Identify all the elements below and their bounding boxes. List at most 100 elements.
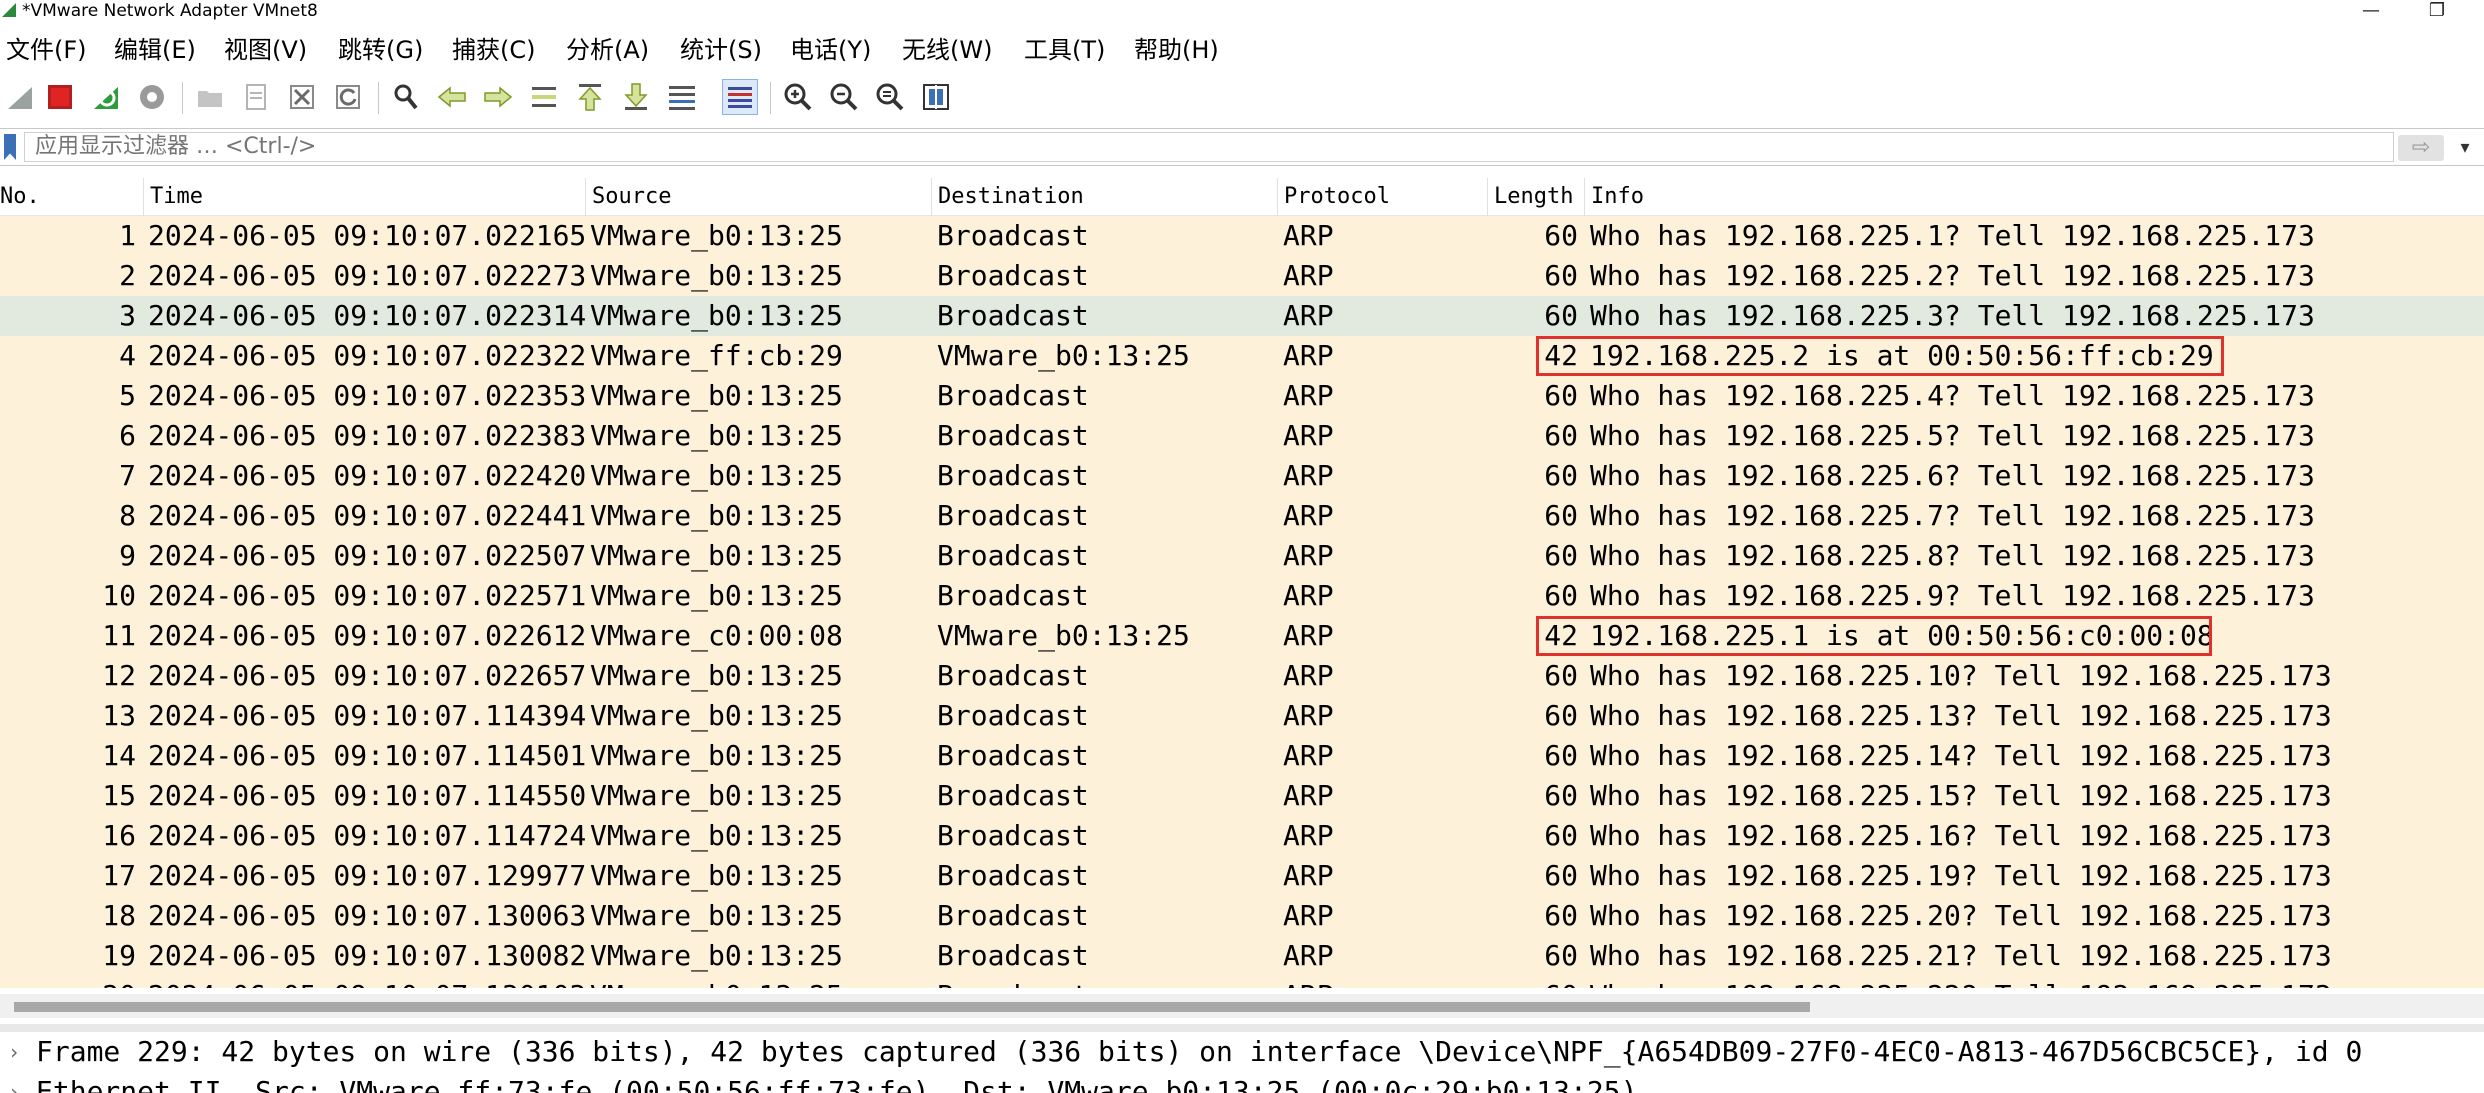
packet-row[interactable]: 1 2024-06-05 09:10:07.022165 VMware_b0:13:…	[0, 216, 2484, 256]
cell-destination: Broadcast	[937, 459, 1089, 492]
cell-time: 2024-06-05 09:10:07.022314	[148, 299, 587, 332]
reload-file-icon[interactable]	[330, 79, 366, 115]
packet-row[interactable]: 13 2024-06-05 09:10:07.114394 VMware_b0:13…	[0, 696, 2484, 736]
packet-row[interactable]: 6 2024-06-05 09:10:07.022383 VMware_b0:13:…	[0, 416, 2484, 456]
go-back-icon[interactable]	[434, 79, 470, 115]
packet-row[interactable]: 8 2024-06-05 09:10:07.022441 VMware_b0:13:…	[0, 496, 2484, 536]
menu-statistics[interactable]: 统计(S)	[680, 30, 762, 70]
column-header-source[interactable]: Source	[585, 178, 931, 216]
pane-splitter[interactable]	[0, 1024, 2484, 1032]
detail-tree-item-ethernet[interactable]: › Ethernet II, Src: VMware_ff:73:fe (00:…	[0, 1072, 2484, 1093]
menu-analyze[interactable]: 分析(A)	[566, 30, 649, 70]
cell-protocol: ARP	[1283, 419, 1334, 452]
packet-details-pane[interactable]: › Frame 229: 42 bytes on wire (336 bits)…	[0, 1032, 2484, 1093]
packet-row[interactable]: 14 2024-06-05 09:10:07.114501 VMware_b0:13…	[0, 736, 2484, 776]
display-filter-bar: ⇨ ▾	[0, 128, 2484, 166]
cell-protocol: ARP	[1283, 819, 1334, 852]
stop-capture-icon[interactable]	[42, 79, 78, 115]
filter-history-dropdown[interactable]: ▾	[2452, 133, 2478, 163]
restart-capture-icon[interactable]	[88, 79, 124, 115]
title-bar: *VMware Network Adapter VMnet8 — ❐	[0, 0, 2484, 22]
menu-tools[interactable]: 工具(T)	[1024, 30, 1105, 70]
packet-row[interactable]: 17 2024-06-05 09:10:07.129977 VMware_b0:13…	[0, 856, 2484, 896]
filter-bookmark-icon[interactable]	[4, 134, 16, 160]
cell-destination: Broadcast	[937, 579, 1089, 612]
column-header-length[interactable]: Length	[1487, 178, 1584, 216]
column-header-no[interactable]: No.	[0, 178, 143, 216]
find-packet-icon[interactable]	[388, 79, 424, 115]
detail-line-text: Ethernet II, Src: VMware_ff:73:fe (00:50…	[36, 1075, 1638, 1093]
packet-row[interactable]: 16 2024-06-05 09:10:07.114724 VMware_b0:13…	[0, 816, 2484, 856]
first-packet-icon[interactable]	[572, 79, 608, 115]
detail-tree-item-frame[interactable]: › Frame 229: 42 bytes on wire (336 bits)…	[0, 1032, 2484, 1072]
autoscroll-icon[interactable]	[664, 79, 700, 115]
packet-row[interactable]: 20 2024-06-05 09:10:07.130103 VMware_b0:13…	[0, 976, 2484, 988]
packet-row[interactable]: 15 2024-06-05 09:10:07.114550 VMware_b0:13…	[0, 776, 2484, 816]
close-file-icon[interactable]	[284, 79, 320, 115]
cell-time: 2024-06-05 09:10:07.114724	[148, 819, 587, 852]
menu-go[interactable]: 跳转(G)	[338, 30, 423, 70]
packet-row[interactable]: 2 2024-06-05 09:10:07.022273 VMware_b0:13:…	[0, 256, 2484, 296]
menu-view[interactable]: 视图(V)	[224, 30, 307, 70]
cell-length: 60	[1544, 939, 1578, 972]
cell-info: Who has 192.168.225.8? Tell 192.168.225.…	[1590, 539, 2315, 572]
expand-chevron-icon[interactable]: ›	[8, 1072, 20, 1093]
cell-length: 60	[1544, 259, 1578, 292]
cell-source: VMware_b0:13:25	[590, 859, 843, 892]
column-header-time[interactable]: Time	[143, 178, 585, 216]
menu-wireless[interactable]: 无线(W)	[902, 30, 992, 70]
cell-info: Who has 192.168.225.3? Tell 192.168.225.…	[1590, 299, 2315, 332]
packet-row[interactable]: 10 2024-06-05 09:10:07.022571 VMware_b0:13…	[0, 576, 2484, 616]
zoom-in-icon[interactable]	[780, 79, 816, 115]
cell-no: 2	[119, 259, 136, 292]
cell-protocol: ARP	[1283, 699, 1334, 732]
menu-capture[interactable]: 捕获(C)	[452, 30, 535, 70]
scrollbar-thumb[interactable]	[14, 1002, 1810, 1012]
resize-columns-icon[interactable]	[918, 79, 954, 115]
menu-edit[interactable]: 编辑(E)	[114, 30, 196, 70]
apply-filter-button[interactable]: ⇨	[2398, 135, 2444, 161]
capture-options-icon[interactable]	[134, 79, 170, 115]
start-capture-icon[interactable]	[2, 79, 38, 115]
column-header-destination[interactable]: Destination	[931, 178, 1277, 216]
cell-destination: Broadcast	[937, 859, 1089, 892]
cell-protocol: ARP	[1283, 379, 1334, 412]
packet-row[interactable]: 4 2024-06-05 09:10:07.022322 VMware_ff:cb:…	[0, 336, 2484, 376]
packet-row[interactable]: 3 2024-06-05 09:10:07.022314 VMware_b0:13:…	[0, 296, 2484, 336]
cell-info: Who has 192.168.225.7? Tell 192.168.225.…	[1590, 499, 2315, 532]
cell-info: Who has 192.168.225.10? Tell 192.168.225…	[1590, 659, 2332, 692]
zoom-out-icon[interactable]	[826, 79, 862, 115]
normal-size-icon[interactable]	[872, 79, 908, 115]
menu-file[interactable]: 文件(F)	[6, 30, 87, 70]
packet-row[interactable]: 18 2024-06-05 09:10:07.130063 VMware_b0:13…	[0, 896, 2484, 936]
cell-destination: Broadcast	[937, 259, 1089, 292]
open-file-icon[interactable]	[192, 79, 228, 115]
go-to-packet-icon[interactable]	[526, 79, 562, 115]
colorize-icon[interactable]	[722, 79, 758, 115]
column-header-info[interactable]: Info	[1584, 178, 2484, 216]
packet-row[interactable]: 5 2024-06-05 09:10:07.022353 VMware_b0:13:…	[0, 376, 2484, 416]
column-header-protocol[interactable]: Protocol	[1277, 178, 1487, 216]
cell-source: VMware_b0:13:25	[590, 659, 843, 692]
packet-row[interactable]: 7 2024-06-05 09:10:07.022420 VMware_b0:13:…	[0, 456, 2484, 496]
packet-row[interactable]: 9 2024-06-05 09:10:07.022507 VMware_b0:13:…	[0, 536, 2484, 576]
main-toolbar	[0, 76, 2484, 120]
cell-source: VMware_b0:13:25	[590, 459, 843, 492]
packet-row[interactable]: 12 2024-06-05 09:10:07.022657 VMware_b0:13…	[0, 656, 2484, 696]
minimize-button[interactable]: —	[2348, 0, 2394, 22]
last-packet-icon[interactable]	[618, 79, 654, 115]
go-forward-icon[interactable]	[480, 79, 516, 115]
packet-row[interactable]: 19 2024-06-05 09:10:07.130082 VMware_b0:13…	[0, 936, 2484, 976]
restore-button[interactable]: ❐	[2414, 0, 2460, 22]
packet-row[interactable]: 11 2024-06-05 09:10:07.022612 VMware_c0:00…	[0, 616, 2484, 656]
cell-source: VMware_ff:cb:29	[590, 339, 843, 372]
cell-no: 16	[102, 819, 136, 852]
save-file-icon[interactable]	[238, 79, 274, 115]
menu-telephony[interactable]: 电话(Y)	[790, 30, 871, 70]
menu-help[interactable]: 帮助(H)	[1134, 30, 1219, 70]
cell-length: 60	[1544, 739, 1578, 772]
packet-list[interactable]: No. Time Source Destination Protocol Len…	[0, 178, 2484, 988]
expand-chevron-icon[interactable]: ›	[8, 1032, 20, 1072]
packet-list-horizontal-scrollbar[interactable]	[0, 994, 2484, 1018]
display-filter-input[interactable]	[24, 132, 2394, 162]
